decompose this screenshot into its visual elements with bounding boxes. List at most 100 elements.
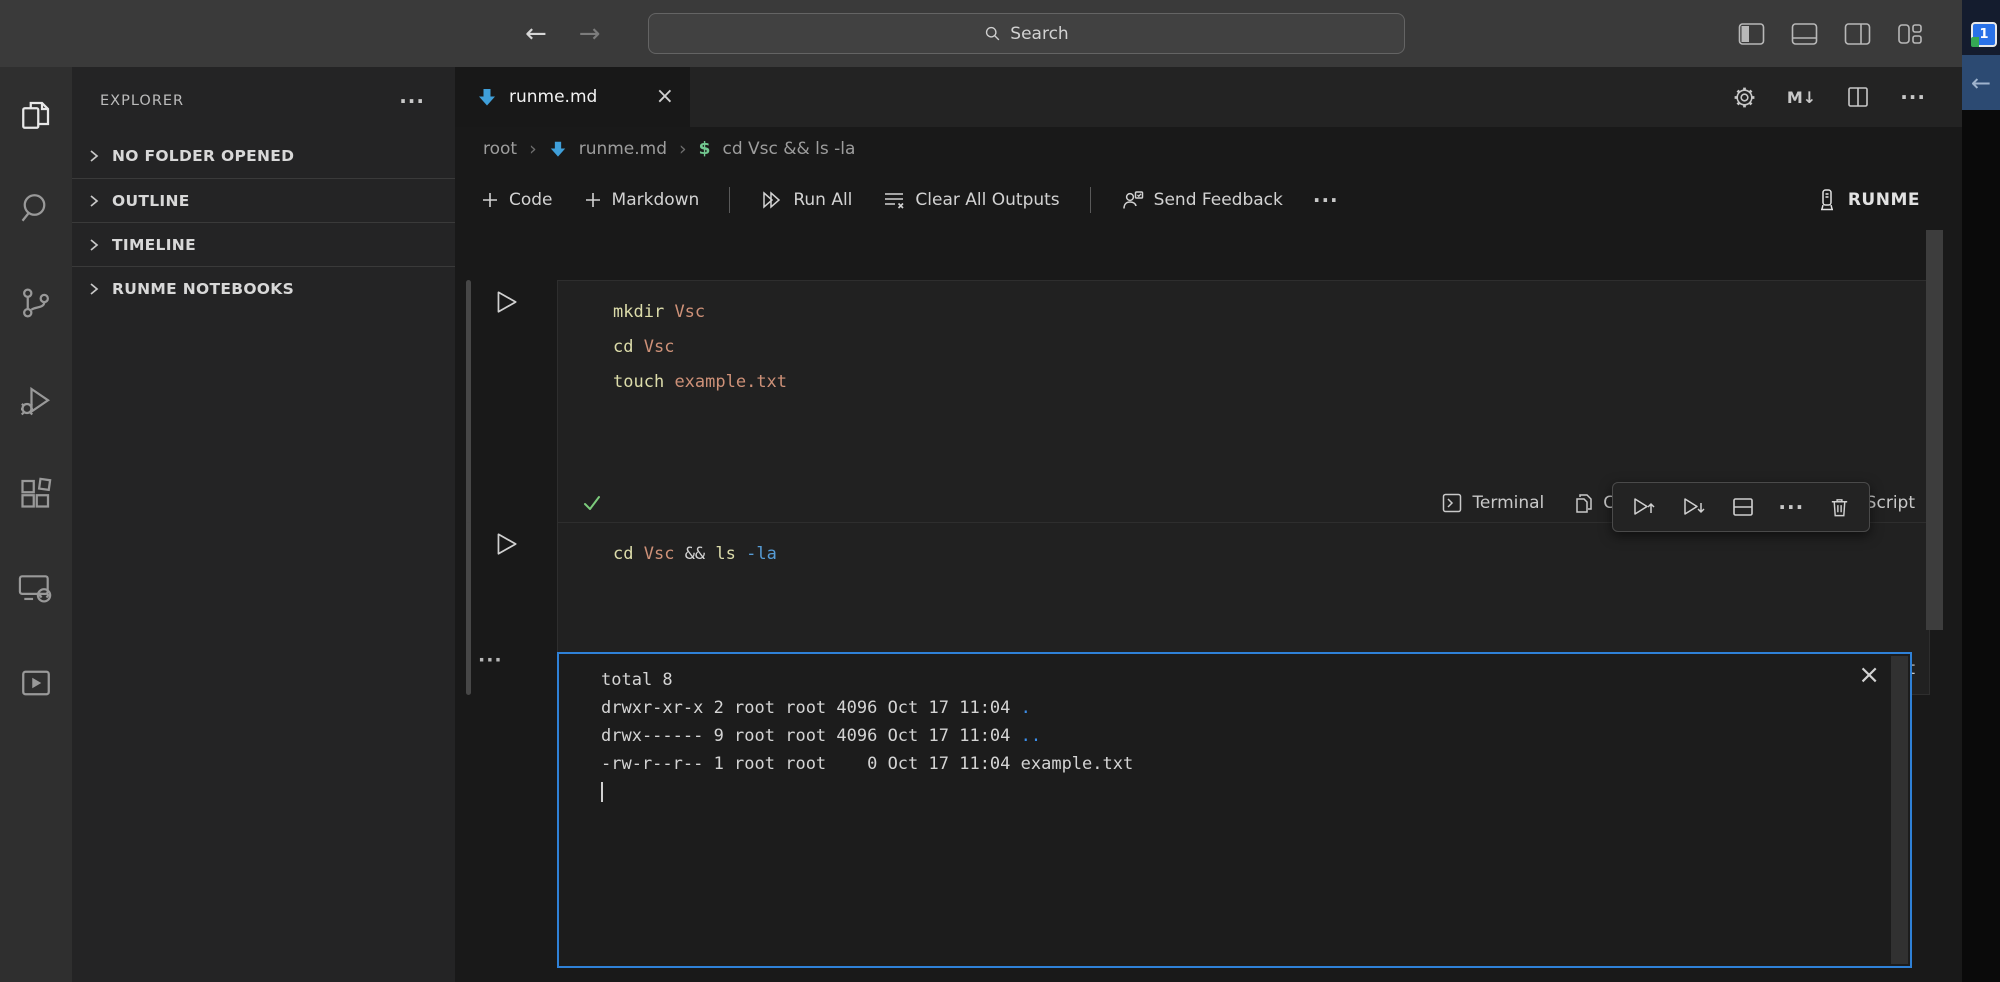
toggle-primary-sidebar-icon[interactable] bbox=[1738, 22, 1765, 46]
delete-cell-trash-icon[interactable] bbox=[1828, 495, 1851, 519]
toggle-panel-icon[interactable] bbox=[1791, 22, 1818, 46]
split-editor-icon[interactable] bbox=[1846, 85, 1870, 109]
background-window-toolbar: ← bbox=[1962, 55, 2000, 110]
editor-more-actions-icon[interactable]: ··· bbox=[1900, 85, 1926, 109]
code-line: drwx------ 9 root root 4096 Oct 17 11:04… bbox=[601, 722, 1910, 750]
sidebar-section-label: OUTLINE bbox=[112, 192, 190, 210]
terminal-button[interactable]: Terminal bbox=[1441, 492, 1544, 514]
explorer-icon[interactable] bbox=[0, 95, 72, 135]
breadcrumb-root[interactable]: root bbox=[483, 139, 517, 159]
toolbar-more-actions-icon[interactable]: ··· bbox=[1313, 188, 1339, 212]
sidebar-more-actions-icon[interactable]: ··· bbox=[399, 89, 425, 113]
runme-brand: RUNME bbox=[1816, 188, 1920, 212]
cell-focus-indicator[interactable] bbox=[466, 522, 471, 695]
sidebar-section-label: RUNME NOTEBOOKS bbox=[112, 280, 294, 298]
split-cell-icon[interactable] bbox=[1731, 495, 1755, 519]
run-cell-button[interactable] bbox=[491, 529, 521, 559]
breadcrumb: root › runme.md › $ cd Vsc && ls -la bbox=[455, 127, 1962, 171]
sidebar-section-no-folder-opened[interactable]: NO FOLDER OPENED bbox=[72, 134, 455, 178]
breadcrumb-file[interactable]: runme.md bbox=[579, 139, 667, 159]
runme-logo-icon bbox=[1816, 188, 1838, 212]
breadcrumb-cell-command[interactable]: cd Vsc && ls -la bbox=[722, 139, 855, 159]
background-window-body bbox=[1962, 110, 2000, 982]
search-sidebar-icon[interactable] bbox=[0, 188, 72, 228]
editor-scrollbar-thumb[interactable] bbox=[1926, 230, 1943, 630]
explorer-sidebar: EXPLORER ··· NO FOLDER OPENED OUTLINE TIME… bbox=[72, 67, 455, 982]
execute-above-cells-icon[interactable] bbox=[1631, 494, 1657, 520]
command-center-search[interactable]: Search bbox=[648, 13, 1405, 54]
add-code-label: Code bbox=[509, 190, 553, 210]
add-markdown-label: Markdown bbox=[612, 190, 700, 210]
code-line: mkdir Vsc bbox=[613, 295, 1929, 330]
back-arrow-icon[interactable]: ← bbox=[525, 19, 547, 49]
code-line: cd Vsc && ls -la bbox=[613, 537, 1929, 572]
add-code-cell-button[interactable]: Code bbox=[480, 190, 553, 210]
close-output-icon[interactable]: × bbox=[1858, 662, 1880, 688]
code-line: drwxr-xr-x 2 root root 4096 Oct 17 11:04… bbox=[601, 694, 1910, 722]
clear-all-outputs-button[interactable]: Clear All Outputs bbox=[882, 189, 1059, 211]
source-control-icon[interactable] bbox=[0, 283, 72, 323]
toolbar-divider bbox=[1090, 187, 1091, 213]
breadcrumb-prompt-symbol: $ bbox=[699, 139, 711, 159]
runme-notebooks-icon[interactable] bbox=[0, 663, 72, 703]
terminal-cursor bbox=[601, 782, 603, 802]
cell-more-actions-icon[interactable]: ··· bbox=[1778, 495, 1804, 519]
send-feedback-label: Send Feedback bbox=[1154, 190, 1283, 210]
cell-1-code-editor[interactable]: mkdir Vsccd Vsctouch example.txt bbox=[558, 281, 1929, 400]
run-all-button[interactable]: Run All bbox=[760, 189, 852, 211]
chevron-right-icon bbox=[86, 148, 102, 164]
success-check-icon bbox=[580, 491, 604, 515]
markdown-preview-icon[interactable]: M↓ bbox=[1787, 88, 1816, 107]
sidebar-section-timeline[interactable]: TIMELINE bbox=[72, 222, 455, 266]
background-window-edge: 1 ← bbox=[1962, 0, 2000, 982]
sidebar-section-runme-notebooks[interactable]: RUNME NOTEBOOKS bbox=[72, 266, 455, 310]
terminal-output-text: total 8drwxr-xr-x 2 root root 4096 Oct 1… bbox=[559, 654, 1910, 806]
title-bar: ← → Search bbox=[0, 0, 1962, 67]
browser-back-arrow-icon: ← bbox=[1971, 69, 1991, 97]
runme-brand-label: RUNME bbox=[1848, 190, 1920, 210]
runme-file-icon bbox=[549, 140, 567, 158]
cell-hover-toolbar: ··· bbox=[1612, 482, 1870, 532]
run-and-debug-icon[interactable] bbox=[0, 381, 72, 421]
terminal-label: Terminal bbox=[1472, 493, 1544, 513]
search-label: Search bbox=[1010, 24, 1068, 44]
cell-focus-indicator[interactable] bbox=[466, 280, 471, 529]
add-markdown-cell-button[interactable]: Markdown bbox=[583, 190, 700, 210]
notebook-toolbar: Code Markdown Run All Clear All Outputs bbox=[455, 171, 1962, 229]
runme-file-icon bbox=[477, 87, 497, 107]
sidebar-title: EXPLORER bbox=[100, 93, 184, 109]
chevron-right-icon: › bbox=[679, 138, 687, 160]
chevron-right-icon: › bbox=[529, 138, 537, 160]
code-line: total 8 bbox=[601, 666, 1910, 694]
notebook-settings-gear-icon[interactable] bbox=[1732, 85, 1757, 110]
run-all-label: Run All bbox=[793, 190, 852, 210]
extensions-icon[interactable] bbox=[0, 473, 72, 513]
tab-close-icon[interactable]: × bbox=[656, 86, 674, 108]
execute-cell-and-below-icon[interactable] bbox=[1681, 494, 1707, 520]
run-cell-button[interactable] bbox=[491, 287, 521, 317]
background-window-tabstrip: 1 bbox=[1962, 0, 2000, 55]
sidebar-section-outline[interactable]: OUTLINE bbox=[72, 178, 455, 222]
chevron-right-icon bbox=[86, 193, 102, 209]
send-feedback-button[interactable]: Send Feedback bbox=[1121, 189, 1283, 211]
code-line: touch example.txt bbox=[613, 365, 1929, 400]
vscode-window: ← → Search bbox=[0, 0, 2000, 982]
toggle-secondary-sidebar-icon[interactable] bbox=[1844, 22, 1871, 46]
browser-tab-favicon: 1 bbox=[1971, 22, 1997, 47]
code-line: -rw-r--r-- 1 root root 0 Oct 17 11:04 ex… bbox=[601, 750, 1910, 778]
activity-bar bbox=[0, 67, 72, 982]
output-scrollbar[interactable] bbox=[1891, 656, 1908, 964]
tab-runme-md[interactable]: runme.md × bbox=[455, 67, 690, 127]
customize-layout-icon[interactable] bbox=[1897, 22, 1923, 46]
remote-explorer-icon[interactable] bbox=[0, 568, 72, 608]
output-more-actions-icon[interactable]: ··· bbox=[478, 649, 503, 671]
sidebar-sections: NO FOLDER OPENED OUTLINE TIMELINE RUNME NOT… bbox=[72, 134, 455, 310]
chevron-right-icon bbox=[86, 237, 102, 253]
toolbar-divider bbox=[729, 187, 730, 213]
cell-output-terminal[interactable]: total 8drwxr-xr-x 2 root root 4096 Oct 1… bbox=[557, 652, 1912, 968]
chevron-right-icon bbox=[86, 281, 102, 297]
forward-arrow-icon[interactable]: → bbox=[579, 19, 601, 49]
editor-area: runme.md × M↓ ··· r bbox=[455, 67, 1962, 982]
tab-label: runme.md bbox=[509, 87, 597, 107]
code-line: cd Vsc bbox=[613, 330, 1929, 365]
